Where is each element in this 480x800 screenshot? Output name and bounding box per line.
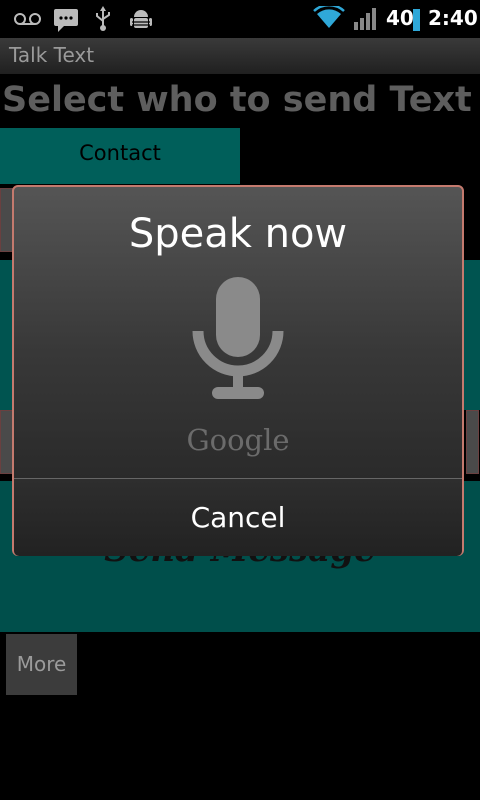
signal-icon (354, 8, 376, 30)
message-field-right (466, 410, 479, 474)
battery-icon (413, 9, 420, 31)
usb-icon (96, 6, 110, 31)
tab-contact-label: Contact (79, 141, 161, 165)
page-heading: Select who to send Text to (2, 80, 480, 120)
sms-icon (54, 9, 78, 32)
more-button[interactable]: More (6, 634, 77, 695)
voicemail-icon (14, 13, 41, 25)
wifi-icon (313, 6, 345, 28)
status-bar: 40 2:40 (0, 0, 480, 38)
battery-level: 40 (386, 6, 414, 30)
cancel-label: Cancel (190, 501, 286, 534)
tab-contact[interactable]: Contact (0, 128, 240, 184)
google-logo: Google (186, 423, 290, 457)
dialog-title: Speak now (128, 211, 348, 257)
clock: 2:40 (428, 6, 478, 30)
android-debug-icon (130, 10, 152, 28)
app-title-bar: Talk Text (0, 38, 480, 74)
microphone-icon[interactable] (192, 275, 284, 407)
cancel-button[interactable]: Cancel (14, 479, 462, 556)
speak-now-dialog: Speak now Google Cancel (12, 185, 464, 556)
app-title: Talk Text (9, 43, 95, 67)
